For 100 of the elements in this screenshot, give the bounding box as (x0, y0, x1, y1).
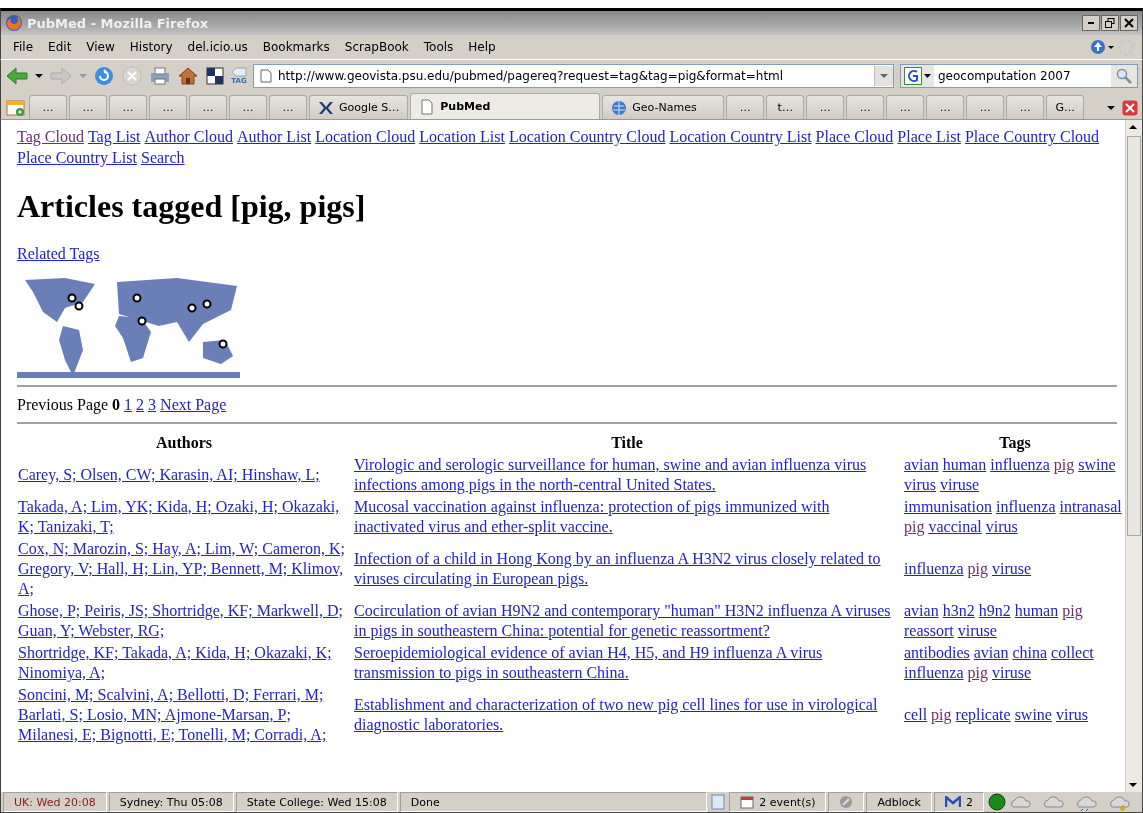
tag-link[interactable]: avian (973, 644, 1009, 661)
authors-link[interactable]: Cox, N; Marozin, S; Hay, A; Lim, W; Cameron, K; Gregory, V; Hall, H; Lin, YP; Bennett, M; Klimov, A; (18, 539, 350, 599)
minimize-button[interactable] (1082, 15, 1100, 31)
tag-link[interactable]: influenza (990, 456, 1050, 473)
close-icon[interactable] (1122, 100, 1138, 116)
nav-link[interactable]: Place List (897, 126, 961, 147)
nav-link[interactable]: Place Country Cloud (964, 126, 1100, 147)
mail-count[interactable]: 2 (934, 792, 984, 812)
back-arrow-icon[interactable] (5, 65, 29, 86)
nav-link[interactable]: Place Country List (17, 147, 137, 168)
dropdown-button[interactable] (874, 65, 893, 86)
tab[interactable]: … (189, 95, 227, 119)
nav-link[interactable]: Author List (237, 126, 312, 147)
tag-link[interactable]: intranasal (1059, 498, 1122, 515)
tag-link[interactable]: human (1014, 602, 1059, 619)
circle-arrow-icon[interactable] (1090, 38, 1116, 56)
tab[interactable]: PubMed (410, 93, 601, 119)
menu-item[interactable]: Help (462, 40, 505, 54)
tag-link[interactable]: virus (904, 476, 936, 493)
menu-item[interactable]: del.icio.us (181, 40, 257, 54)
nav-link[interactable]: Location List (419, 126, 505, 147)
article-title-link[interactable]: Infection of a child in Hong Kong by an influenza A H3N2 virus closely related to viruses circulating in European pigs. (354, 549, 900, 589)
tab[interactable]: … (966, 95, 1005, 119)
reload-icon[interactable] (93, 64, 115, 87)
tab[interactable]: Google S… (309, 95, 409, 119)
nav-link[interactable]: Tag List (87, 126, 141, 147)
tag-link[interactable]: immunisation (904, 498, 992, 515)
tag-link[interactable]: influenza (904, 664, 964, 681)
tag-link[interactable]: swine (1014, 706, 1052, 723)
page-link[interactable]: 3 (148, 396, 157, 413)
tab[interactable]: … (806, 95, 845, 119)
nav-link[interactable]: Location Country List (669, 126, 812, 147)
tag-link[interactable]: cell (904, 706, 928, 723)
tag-link[interactable]: viruse (992, 664, 1032, 681)
page-link[interactable]: 2 (136, 396, 145, 413)
adblock-label[interactable]: Adblock (866, 792, 932, 812)
close-button[interactable] (1120, 15, 1138, 31)
tag-link[interactable]: virus (1055, 706, 1088, 723)
tab[interactable]: G… (1046, 95, 1085, 119)
authors-link[interactable]: Carey, S; Olsen, CW; Karasin, AI; Hinshaw, L; (18, 465, 350, 485)
tag-link[interactable]: reassort (904, 622, 954, 639)
tag-link[interactable]: viruse (957, 622, 997, 639)
tag-link[interactable]: viruse (992, 560, 1032, 577)
related-tags-link[interactable]: Related Tags (17, 245, 100, 262)
tab[interactable]: Geo-Names (602, 95, 725, 119)
tab[interactable]: … (229, 95, 267, 119)
nav-link[interactable]: Place Cloud (815, 126, 894, 147)
tag-link[interactable]: avian (904, 456, 939, 473)
tab[interactable]: … (886, 95, 925, 119)
tag-link[interactable]: vaccinal (928, 518, 982, 535)
tab[interactable]: t… (766, 95, 805, 119)
tag-link[interactable]: swine (1078, 456, 1116, 473)
tag-link[interactable]: viruse (940, 476, 980, 493)
tab[interactable]: … (846, 95, 885, 119)
grid-icon[interactable] (205, 65, 225, 86)
page-link[interactable]: 1 (124, 396, 133, 413)
next-page-link[interactable]: Next Page (160, 396, 227, 413)
tag-link[interactable]: influenza (996, 498, 1056, 515)
menu-item[interactable]: Tools (417, 40, 463, 54)
nav-link[interactable]: Tag Cloud (17, 126, 84, 147)
tab[interactable]: … (29, 95, 67, 119)
tag-link[interactable]: influenza (904, 560, 964, 577)
nav-link[interactable]: Search (141, 147, 185, 168)
tag-link[interactable]: antibodies (904, 644, 970, 661)
nav-link[interactable]: Author Cloud (144, 126, 233, 147)
article-title-link[interactable]: Mucosal vaccination against influenza: protection of pigs immunized with inactivated virus and ether-split vaccine. (354, 497, 900, 537)
nav-link[interactable]: Location Country Cloud (508, 126, 666, 147)
tab[interactable]: … (926, 95, 965, 119)
menu-item[interactable]: Edit (42, 40, 81, 54)
tag-link[interactable]: h3n2 (942, 602, 975, 619)
menu-item[interactable]: History (123, 40, 182, 54)
tab[interactable]: … (1006, 95, 1045, 119)
article-title-link[interactable]: Seroepidemiological evidence of avian H4, H5, and H9 influenza A virus transmission to pigs in southeastern China. (354, 643, 900, 683)
tag-link[interactable]: human (942, 456, 987, 473)
authors-link[interactable]: Ghose, P; Peiris, JS; Shortridge, KF; Markwell, D; Guan, Y; Webster, RG; (18, 601, 350, 641)
tab[interactable]: … (149, 95, 187, 119)
tag-link[interactable]: pig (904, 518, 925, 535)
stop-icon[interactable] (121, 64, 143, 87)
engine-button[interactable] (901, 64, 934, 87)
search-button[interactable] (1111, 64, 1137, 87)
menu-item[interactable]: View (80, 40, 124, 54)
article-title-link[interactable]: Establishment and characterization of two new pig cell lines for use in virological diagnostic laboratories. (354, 695, 900, 735)
tab[interactable]: … (109, 95, 147, 119)
scrollbar[interactable] (1125, 120, 1142, 792)
tag-link[interactable]: china (1012, 644, 1048, 661)
caret-icon[interactable] (35, 71, 43, 80)
tab[interactable]: … (269, 95, 307, 119)
tag-link[interactable]: avian (904, 602, 939, 619)
events-label[interactable]: 2 event(s) (729, 792, 827, 812)
nav-link[interactable]: Location Cloud (315, 126, 416, 147)
article-title-link[interactable]: Cocirculation of avian H9N2 and contemporary "human" H3N2 influenza A viruses in pigs in southeastern China: potential for genetic reassortment? (354, 601, 900, 641)
menu-item[interactable]: ScrapBook (338, 40, 418, 54)
tag-link[interactable]: pig (1062, 602, 1083, 619)
restore-button[interactable] (1101, 15, 1119, 31)
circle-icon[interactable] (988, 793, 1006, 811)
tag-link[interactable]: virus (985, 518, 1018, 535)
authors-link[interactable]: Takada, A; Lim, YK; Kida, H; Ozaki, H; Okazaki, K; Tanizaki, T; (18, 497, 350, 537)
address-field[interactable]: http://www.geovista.psu.edu/pubmed/pagereq?request=tag&tag=pig&format=html (253, 63, 894, 88)
tag-link[interactable]: pig (1053, 456, 1075, 473)
panel-icon[interactable] (711, 794, 726, 810)
